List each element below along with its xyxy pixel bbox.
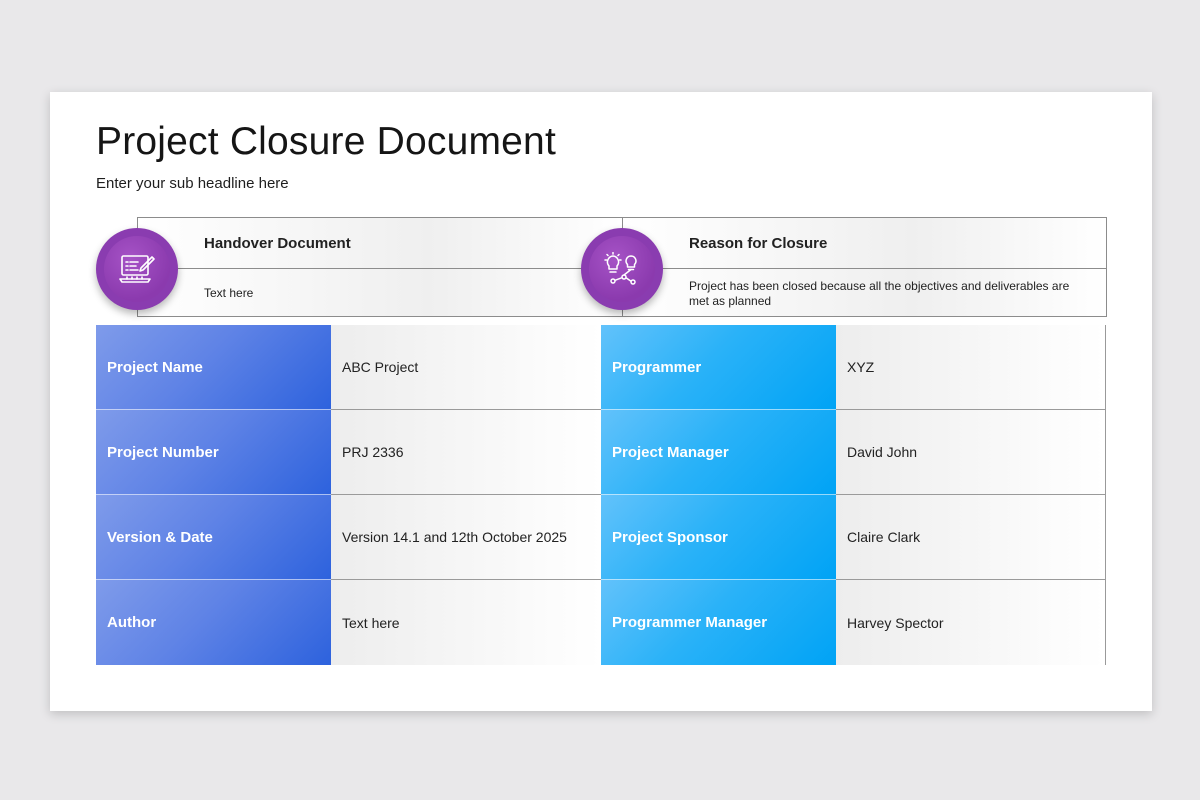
handover-heading: Handover Document (204, 235, 351, 252)
table-row: Version & Date Version 14.1 and 12th Oct… (96, 495, 601, 580)
computer-checklist-icon (119, 255, 155, 283)
author-value: Text here (331, 580, 601, 665)
table-row: Project Manager David John (601, 410, 1106, 495)
version-date-label: Version & Date (96, 495, 331, 580)
team-details-table: Programmer XYZ Project Manager David Joh… (601, 325, 1106, 667)
project-number-value: PRJ 2336 (331, 410, 601, 495)
page-subtitle: Enter your sub headline here (96, 175, 289, 192)
project-sponsor-label: Project Sponsor (601, 495, 836, 580)
project-number-label: Project Number (96, 410, 331, 495)
author-label: Author (96, 580, 331, 665)
table-row: Programmer XYZ (601, 325, 1106, 410)
divider (623, 268, 1106, 269)
closure-icon-badge (581, 228, 663, 310)
table-row: Programmer Manager Harvey Spector (601, 580, 1106, 665)
divider (138, 268, 622, 269)
closure-reason-text: Project has been closed because all the … (689, 279, 1070, 308)
table-row: Project Sponsor Claire Clark (601, 495, 1106, 580)
table-row: Author Text here (96, 580, 601, 665)
handover-icon-badge (96, 228, 178, 310)
project-manager-label: Project Manager (601, 410, 836, 495)
version-date-value: Version 14.1 and 12th October 2025 (331, 495, 601, 580)
project-manager-value: David John (836, 410, 1106, 495)
programmer-manager-value: Harvey Spector (836, 580, 1106, 665)
handover-text: Text here (204, 286, 254, 300)
project-name-value: ABC Project (331, 325, 601, 410)
project-details-table: Project Name ABC Project Project Number … (96, 325, 601, 667)
programmer-value: XYZ (836, 325, 1106, 410)
project-name-label: Project Name (96, 325, 331, 410)
programmer-label: Programmer (601, 325, 836, 410)
table-row: Project Name ABC Project (96, 325, 601, 410)
closure-reason-heading: Reason for Closure (689, 235, 828, 252)
programmer-manager-label: Programmer Manager (601, 580, 836, 665)
page-title: Project Closure Document (96, 120, 556, 163)
closure-reason-box: Reason for Closure Project has been clos… (622, 217, 1107, 317)
idea-network-icon (604, 252, 637, 285)
slide: Project Closure Document Enter your sub … (50, 92, 1152, 711)
table-row: Project Number PRJ 2336 (96, 410, 601, 495)
project-sponsor-value: Claire Clark (836, 495, 1106, 580)
handover-box: Handover Document Text here (137, 217, 622, 317)
